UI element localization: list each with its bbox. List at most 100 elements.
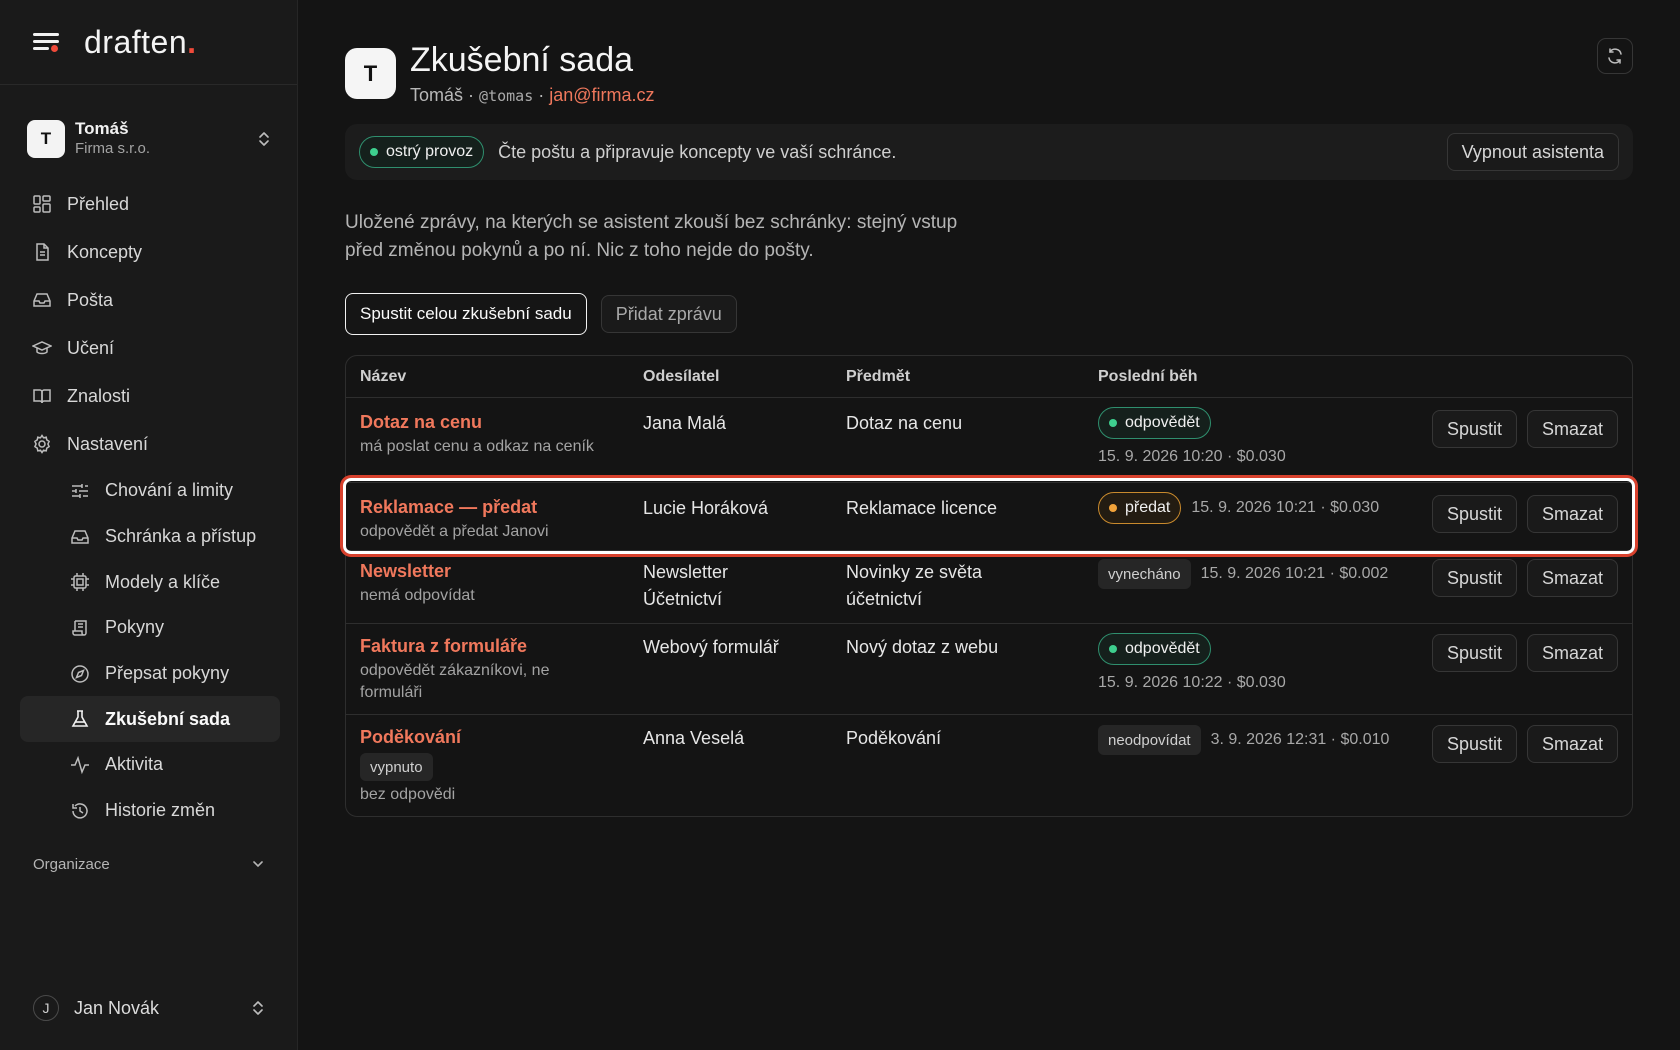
run-button[interactable]: Spustit (1431, 725, 1517, 763)
test-name-link[interactable]: Reklamace — předat (360, 495, 630, 519)
sidebar-item-label: Koncepty (67, 241, 143, 262)
column-header-last-run: Poslední běh (1098, 368, 1198, 385)
delete-button[interactable]: Smazat (1526, 725, 1618, 763)
status-badge-label: ostrý provoz (386, 143, 474, 160)
status-text: Čte poštu a připravuje koncepty ve vaší … (498, 141, 897, 162)
sidebar-item-label: Aktivita (105, 754, 164, 775)
test-description: nemá odpovídat (360, 587, 475, 604)
sender: Anna Veselá (643, 728, 745, 748)
main-content: T Zkušební sada Tomáš · @tomas · jan@fir… (343, 0, 1635, 1050)
sidebar: draften. T Tomáš Firma s.r.o. Přehled Ko… (0, 0, 298, 1050)
sidebar-item-historie-zmen[interactable]: Historie změn (20, 788, 280, 834)
sidebar-item-uceni[interactable]: Učení (20, 324, 280, 372)
gear-icon (33, 434, 51, 454)
test-name-link[interactable]: Newsletter (360, 559, 630, 583)
sliders-icon (72, 483, 88, 498)
refresh-button[interactable] (1597, 38, 1633, 74)
sidebar-item-label: Zkušební sada (105, 708, 231, 729)
test-name-link[interactable]: Poděkování (360, 725, 630, 749)
run-button[interactable]: Spustit (1431, 634, 1517, 672)
test-description: bez odpovědi (360, 786, 456, 803)
delete-button[interactable]: Smazat (1526, 495, 1618, 533)
subject: Reklamace licence (846, 498, 998, 518)
sidebar-item-label: Přepsat pokyny (105, 663, 230, 684)
mailbox-identity: Tomáš · @tomas · jan@firma.cz (410, 84, 655, 107)
sender: Jana Malá (643, 413, 727, 433)
mailbox-handle: @tomas (479, 87, 534, 105)
chevron-updown-icon (253, 1001, 263, 1015)
sidebar-item-label: Pokyny (105, 617, 165, 638)
test-name-link[interactable]: Faktura z formuláře (360, 634, 590, 658)
activity-icon (71, 755, 89, 775)
sidebar-item-modely-a-klice[interactable]: Modely a klíče (20, 559, 280, 605)
table-row-highlighted: Reklamace — předat odpovědět a předat Ja… (343, 478, 1635, 554)
sidebar-item-nastaveni[interactable]: Nastavení (20, 420, 280, 468)
book-icon (33, 389, 51, 404)
run-all-button[interactable]: Spustit celou zkušební sadu (345, 293, 587, 335)
run-meta: 15. 9. 2026 10:22 · $0.030 (1098, 674, 1286, 691)
result-tag: neodpovídat (1098, 725, 1201, 755)
status-badge: ostrý provoz (359, 136, 485, 168)
page-header: T Zkušební sada Tomáš · @tomas · jan@fir… (345, 40, 655, 110)
scroll-icon (72, 620, 87, 636)
result-badge: odpovědět (1098, 407, 1211, 439)
sender: Webový formulář (643, 637, 779, 657)
subject: Nový dotaz z webu (846, 637, 999, 657)
sidebar-item-chovani-a-limity[interactable]: Chování a limity (20, 468, 280, 514)
run-button[interactable]: Spustit (1431, 410, 1517, 448)
sidebar-item-posta[interactable]: Pošta (20, 276, 280, 324)
account-name: Tomáš (75, 119, 129, 138)
test-suite-table: Název Odesílatel Předmět Poslední běh Do… (343, 355, 1635, 817)
inbox-icon (71, 529, 89, 544)
sidebar-item-zkusebni-sada[interactable]: Zkušební sada (20, 696, 280, 743)
result-tag: vynecháno (1098, 559, 1191, 589)
mailbox-avatar: T (345, 48, 396, 99)
org-section-toggle[interactable]: Organizace (33, 852, 265, 876)
account-switcher[interactable]: T Tomáš Firma s.r.o. (27, 116, 271, 162)
user-menu[interactable]: J Jan Novák (33, 993, 265, 1023)
table-row: Newsletter nemá odpovídat Newsletter Úče… (346, 551, 1632, 624)
chevron-updown-icon (259, 132, 269, 146)
run-meta: 15. 9. 2026 10:21 · $0.030 (1191, 499, 1380, 516)
test-description: odpovědět zákazníkovi, ne formuláři (360, 662, 550, 701)
sidebar-item-znalosti[interactable]: Znalosti (20, 372, 280, 420)
subject: Novinky ze světa účetnictví (846, 562, 983, 609)
grid-icon (33, 195, 51, 213)
graduation-cap-icon (32, 341, 52, 355)
sidebar-item-label: Nastavení (67, 433, 149, 454)
result-badge: předat (1098, 492, 1182, 524)
separator: · (468, 85, 475, 105)
table-row: Dotaz na cenu má poslat cenu a odkaz na … (346, 398, 1632, 483)
subject: Dotaz na cenu (846, 413, 963, 433)
sidebar-item-aktivita[interactable]: Aktivita (20, 742, 280, 788)
menu-icon[interactable] (33, 31, 60, 53)
test-name-link[interactable]: Dotaz na cenu (360, 410, 630, 434)
sidebar-item-koncepty[interactable]: Koncepty (20, 228, 280, 276)
disabled-tag: vypnuto (360, 753, 433, 781)
inbox-icon (33, 293, 51, 307)
mailbox-email-link[interactable]: jan@firma.cz (549, 85, 654, 105)
sidebar-item-prepsat-pokyny[interactable]: Přepsat pokyny (20, 651, 280, 697)
sidebar-item-schranka-a-pristup[interactable]: Schránka a přístup (20, 514, 280, 560)
chip-icon (71, 573, 89, 592)
run-button[interactable]: Spustit (1431, 559, 1517, 597)
add-message-button[interactable]: Přidat zprávu (600, 295, 737, 333)
sidebar-item-label: Schránka a přístup (105, 526, 257, 547)
result-label: odpovědět (1125, 414, 1200, 431)
compass-icon (71, 664, 89, 683)
disable-assistant-button[interactable]: Vypnout asistenta (1446, 133, 1619, 171)
intro-text: Uložené zprávy, na kterých se asistent z… (345, 212, 958, 261)
brand-bar: draften. (0, 0, 297, 85)
delete-button[interactable]: Smazat (1526, 559, 1618, 597)
sidebar-item-label: Historie změn (105, 800, 216, 821)
sidebar-item-pokyny[interactable]: Pokyny (20, 605, 280, 651)
run-button[interactable]: Spustit (1431, 495, 1517, 533)
table-row: Poděkování vypnuto bez odpovědi Anna Ves… (346, 715, 1632, 815)
refresh-icon (1608, 48, 1622, 64)
column-header-name: Název (360, 368, 407, 385)
sidebar-item-prehled[interactable]: Přehled (20, 180, 280, 228)
delete-button[interactable]: Smazat (1526, 410, 1618, 448)
chevron-down-icon (253, 861, 263, 868)
delete-button[interactable]: Smazat (1526, 634, 1618, 672)
account-avatar: T (27, 120, 65, 158)
